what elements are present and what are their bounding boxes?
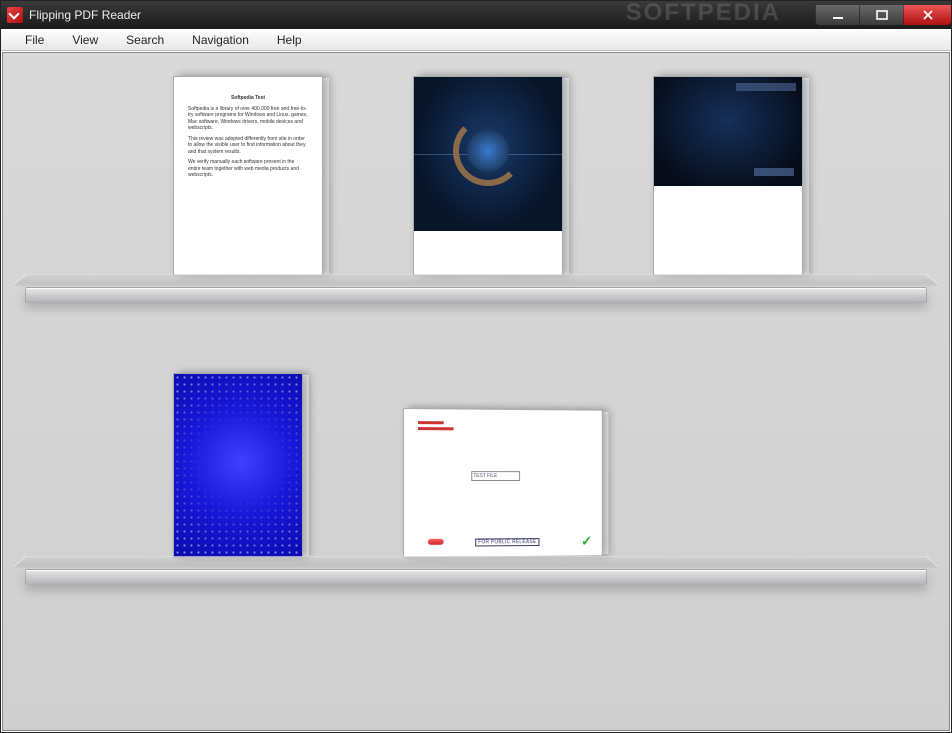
bookshelf-view: Softpedia Test Softpedia is a library of… <box>2 52 950 731</box>
thumb-decoration <box>418 427 454 430</box>
menu-navigation[interactable]: Navigation <box>178 30 263 50</box>
check-icon: ✓ <box>581 533 592 550</box>
pdf-thumbnail[interactable] <box>413 76 563 276</box>
watermark-text: SOFTPEDIA <box>626 0 781 27</box>
thumb-graphic <box>414 77 562 231</box>
pdf-thumbnail[interactable] <box>653 76 803 276</box>
thumb-paragraph: Softpedia is a library of over 400,000 f… <box>188 106 308 132</box>
window-controls <box>815 5 951 25</box>
menu-search[interactable]: Search <box>112 30 178 50</box>
thumb-decoration <box>418 421 444 424</box>
thumb-row: Softpedia Test Softpedia is a library of… <box>3 71 949 276</box>
menu-file[interactable]: File <box>11 30 58 50</box>
pill-icon <box>428 539 444 545</box>
thumb-box-text: TEST FILE <box>471 471 520 481</box>
window-title: Flipping PDF Reader <box>29 8 141 22</box>
maximize-button[interactable] <box>859 5 903 25</box>
thumb-paragraph: This review was adopted differently from… <box>188 136 308 156</box>
pdf-thumbnail[interactable]: TEST FILE FOR PUBLIC RELEASE ✓ <box>403 408 603 558</box>
shelf-row-1: Softpedia Test Softpedia is a library of… <box>3 71 949 334</box>
release-stamp: FOR PUBLIC RELEASE <box>475 538 539 546</box>
maximize-icon <box>876 10 888 20</box>
close-button[interactable] <box>903 5 951 25</box>
menu-help[interactable]: Help <box>263 30 316 50</box>
thumb-row: TEST FILE FOR PUBLIC RELEASE ✓ <box>3 353 949 558</box>
menu-view[interactable]: View <box>58 30 112 50</box>
titlebar[interactable]: Flipping PDF Reader SOFTPEDIA <box>1 1 951 29</box>
thumb-graphic <box>654 77 802 186</box>
app-icon <box>7 7 23 23</box>
thumb-text-content: Softpedia Test Softpedia is a library of… <box>174 77 322 201</box>
close-icon <box>922 10 934 20</box>
shelf-row-2: TEST FILE FOR PUBLIC RELEASE ✓ <box>3 353 949 616</box>
pdf-thumbnail[interactable]: Softpedia Test Softpedia is a library of… <box>173 76 323 276</box>
thumb-title: Softpedia Test <box>188 95 308 102</box>
menubar: File View Search Navigation Help <box>1 29 951 51</box>
glass-shelf <box>3 274 949 334</box>
app-window: Flipping PDF Reader SOFTPEDIA File View … <box>0 0 952 733</box>
pdf-thumbnail[interactable] <box>173 373 303 558</box>
minimize-button[interactable] <box>815 5 859 25</box>
glass-shelf <box>3 556 949 616</box>
thumb-paragraph: We verify manually each software present… <box>188 159 308 179</box>
minimize-icon <box>832 10 844 20</box>
